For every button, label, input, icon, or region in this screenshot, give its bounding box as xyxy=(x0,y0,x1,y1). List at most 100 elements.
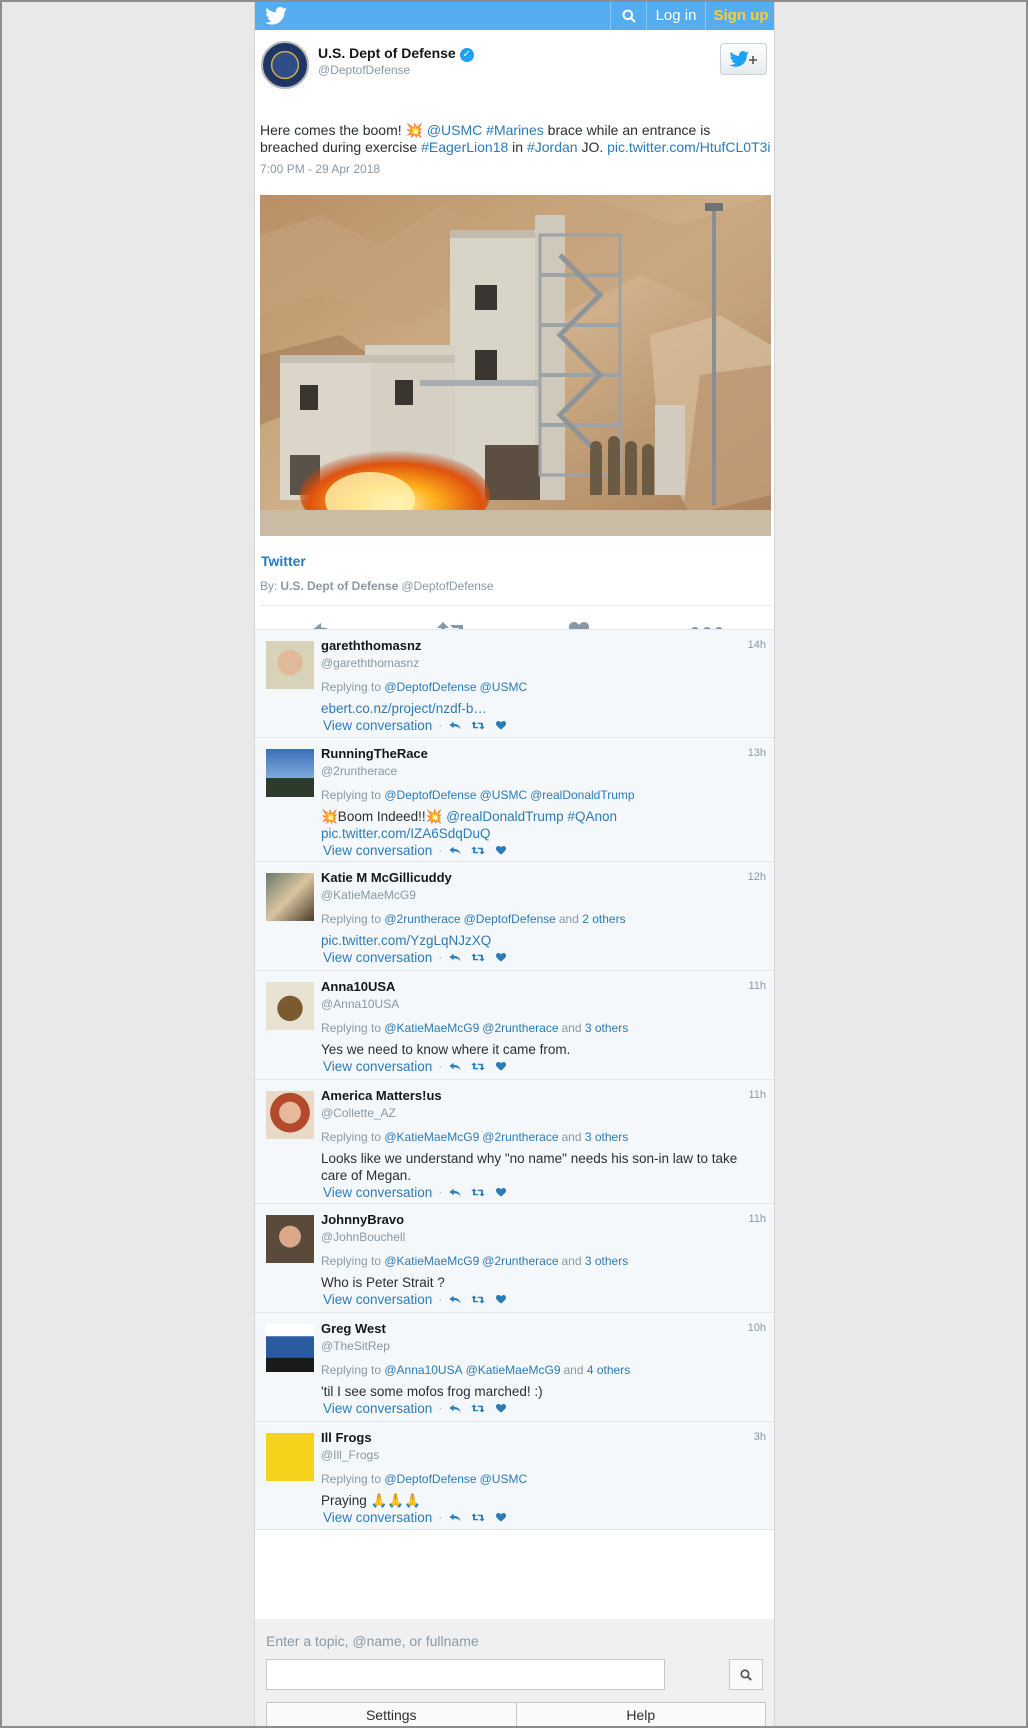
reply-author-name[interactable]: RunningTheRace xyxy=(321,746,428,761)
reply-link[interactable]: ebert.co.nz/project/nzdf-b… xyxy=(321,701,487,716)
mention-link[interactable]: @2runtherace xyxy=(482,1130,558,1144)
search-submit-button[interactable] xyxy=(729,1659,763,1690)
mention-link[interactable]: @USMC xyxy=(480,680,528,694)
avatar[interactable] xyxy=(266,1091,314,1139)
reply-author-name[interactable]: Ill Frogs xyxy=(321,1430,372,1445)
view-conversation-link[interactable]: View conversation xyxy=(323,1292,432,1307)
mini-reply-icon[interactable] xyxy=(448,1294,462,1306)
help-link[interactable]: Help xyxy=(515,1703,766,1726)
mini-retweet-icon[interactable] xyxy=(471,952,485,964)
reply-author-handle[interactable]: @Ill_Frogs xyxy=(321,1448,379,1462)
avatar[interactable] xyxy=(266,1433,314,1481)
others-link[interactable]: 3 others xyxy=(585,1021,628,1035)
reply-author-handle[interactable]: @JohnBouchell xyxy=(321,1230,405,1244)
mention-link[interactable]: @2runtherace xyxy=(482,1021,558,1035)
tweet-text-link[interactable]: #EagerLion18 xyxy=(421,139,508,155)
others-link[interactable]: 2 others xyxy=(582,912,625,926)
mention-link[interactable]: @2runtherace xyxy=(482,1254,558,1268)
settings-link[interactable]: Settings xyxy=(267,1703,516,1726)
mention-link[interactable]: @USMC xyxy=(480,1472,528,1486)
card-source-link[interactable]: Twitter xyxy=(261,553,306,569)
byline-name[interactable]: U.S. Dept of Defense xyxy=(280,579,398,593)
mention-link[interactable]: @KatieMaeMcG9 xyxy=(384,1130,479,1144)
mention-link[interactable]: @KatieMaeMcG9 xyxy=(466,1363,561,1377)
reply-author-handle[interactable]: @2runtherace xyxy=(321,764,397,778)
tweet-photo[interactable] xyxy=(260,195,771,536)
mini-heart-icon[interactable] xyxy=(494,720,508,732)
reply-author-handle[interactable]: @KatieMaeMcG9 xyxy=(321,888,416,902)
reply-item[interactable]: JohnnyBravo @JohnBouchell 11h Replying to @… xyxy=(255,1204,774,1313)
mini-heart-icon[interactable] xyxy=(494,1403,508,1415)
search-input[interactable] xyxy=(266,1659,665,1690)
reply-link[interactable]: pic.twitter.com/YzgLqNJzXQ xyxy=(321,933,491,948)
avatar[interactable] xyxy=(266,1215,314,1263)
tweet-text-link[interactable]: #Marines xyxy=(486,122,544,138)
tweet-text-link[interactable]: @USMC xyxy=(427,122,482,138)
avatar[interactable] xyxy=(266,749,314,797)
reply-author-name[interactable]: Katie M McGillicuddy xyxy=(321,870,452,885)
reply-timestamp[interactable]: 13h xyxy=(748,747,766,759)
tweet-text-link[interactable]: pic.twitter.com/HtufCL0T3i xyxy=(607,139,770,155)
view-conversation-link[interactable]: View conversation xyxy=(323,1510,432,1525)
mini-reply-icon[interactable] xyxy=(448,1403,462,1415)
reply-author-name[interactable]: gareththomasnz xyxy=(321,638,421,653)
login-button[interactable]: Log in xyxy=(646,2,705,30)
reply-author-handle[interactable]: @Collette_AZ xyxy=(321,1106,396,1120)
mention-link[interactable]: @DeptofDefense xyxy=(384,680,476,694)
mini-retweet-icon[interactable] xyxy=(471,1061,485,1073)
twitter-bird-icon[interactable] xyxy=(265,7,287,25)
reply-item[interactable]: Katie M McGillicuddy @KatieMaeMcG9 12h Repl… xyxy=(255,862,774,971)
mini-heart-icon[interactable] xyxy=(494,845,508,857)
byline-handle[interactable]: @DeptofDefense xyxy=(401,579,493,593)
mini-heart-icon[interactable] xyxy=(494,1512,508,1524)
avatar[interactable] xyxy=(266,1324,314,1372)
mini-heart-icon[interactable] xyxy=(494,1187,508,1199)
mini-retweet-icon[interactable] xyxy=(471,1403,485,1415)
others-link[interactable]: 3 others xyxy=(585,1130,628,1144)
reply-timestamp[interactable]: 11h xyxy=(748,1089,766,1101)
mini-heart-icon[interactable] xyxy=(494,1061,508,1073)
mention-link[interactable]: @DeptofDefense xyxy=(384,1472,476,1486)
view-conversation-link[interactable]: View conversation xyxy=(323,1401,432,1416)
mini-reply-icon[interactable] xyxy=(448,1512,462,1524)
mini-retweet-icon[interactable] xyxy=(471,1294,485,1306)
dod-avatar[interactable] xyxy=(261,41,309,89)
mention-link[interactable]: @KatieMaeMcG9 xyxy=(384,1254,479,1268)
view-conversation-link[interactable]: View conversation xyxy=(323,950,432,965)
reply-timestamp[interactable]: 12h xyxy=(748,871,766,883)
mini-reply-icon[interactable] xyxy=(448,952,462,964)
reply-timestamp[interactable]: 11h xyxy=(748,1213,766,1225)
reply-author-name[interactable]: JohnnyBravo xyxy=(321,1212,404,1227)
others-link[interactable]: 3 others xyxy=(585,1254,628,1268)
avatar[interactable] xyxy=(266,873,314,921)
mini-retweet-icon[interactable] xyxy=(471,845,485,857)
view-conversation-link[interactable]: View conversation xyxy=(323,1185,432,1200)
reply-author-name[interactable]: Anna10USA xyxy=(321,979,395,994)
reply-author-handle[interactable]: @Anna10USA xyxy=(321,997,399,1011)
mini-retweet-icon[interactable] xyxy=(471,1187,485,1199)
reply-item[interactable]: America Matters!us @Collette_AZ 11h Replyin… xyxy=(255,1080,774,1204)
reply-timestamp[interactable]: 10h xyxy=(748,1322,766,1334)
mention-link[interactable]: @DeptofDefense xyxy=(464,912,556,926)
reply-author-name[interactable]: America Matters!us xyxy=(321,1088,442,1103)
follow-button[interactable] xyxy=(720,43,767,75)
tweet-author-name[interactable]: U.S. Dept of Defense ✓ xyxy=(318,45,474,62)
mention-link[interactable]: @USMC xyxy=(480,788,528,802)
mini-heart-icon[interactable] xyxy=(494,952,508,964)
reply-author-handle[interactable]: @TheSitRep xyxy=(321,1339,390,1353)
mini-reply-icon[interactable] xyxy=(448,1061,462,1073)
signup-button[interactable]: Sign up xyxy=(705,2,774,30)
reply-item[interactable]: Ill Frogs @Ill_Frogs 3h Replying to @Deptof… xyxy=(255,1422,774,1530)
mention-link[interactable]: @DeptofDefense xyxy=(384,788,476,802)
reply-item[interactable]: Greg West @TheSitRep 10h Replying to @Anna1… xyxy=(255,1313,774,1422)
mini-retweet-icon[interactable] xyxy=(471,1512,485,1524)
avatar[interactable] xyxy=(266,982,314,1030)
mention-link[interactable]: @KatieMaeMcG9 xyxy=(384,1021,479,1035)
reply-timestamp[interactable]: 14h xyxy=(748,639,766,651)
mini-reply-icon[interactable] xyxy=(448,720,462,732)
avatar[interactable] xyxy=(266,641,314,689)
reply-author-handle[interactable]: @gareththomasnz xyxy=(321,656,419,670)
view-conversation-link[interactable]: View conversation xyxy=(323,843,432,858)
view-conversation-link[interactable]: View conversation xyxy=(323,718,432,733)
reply-timestamp[interactable]: 11h xyxy=(748,980,766,992)
